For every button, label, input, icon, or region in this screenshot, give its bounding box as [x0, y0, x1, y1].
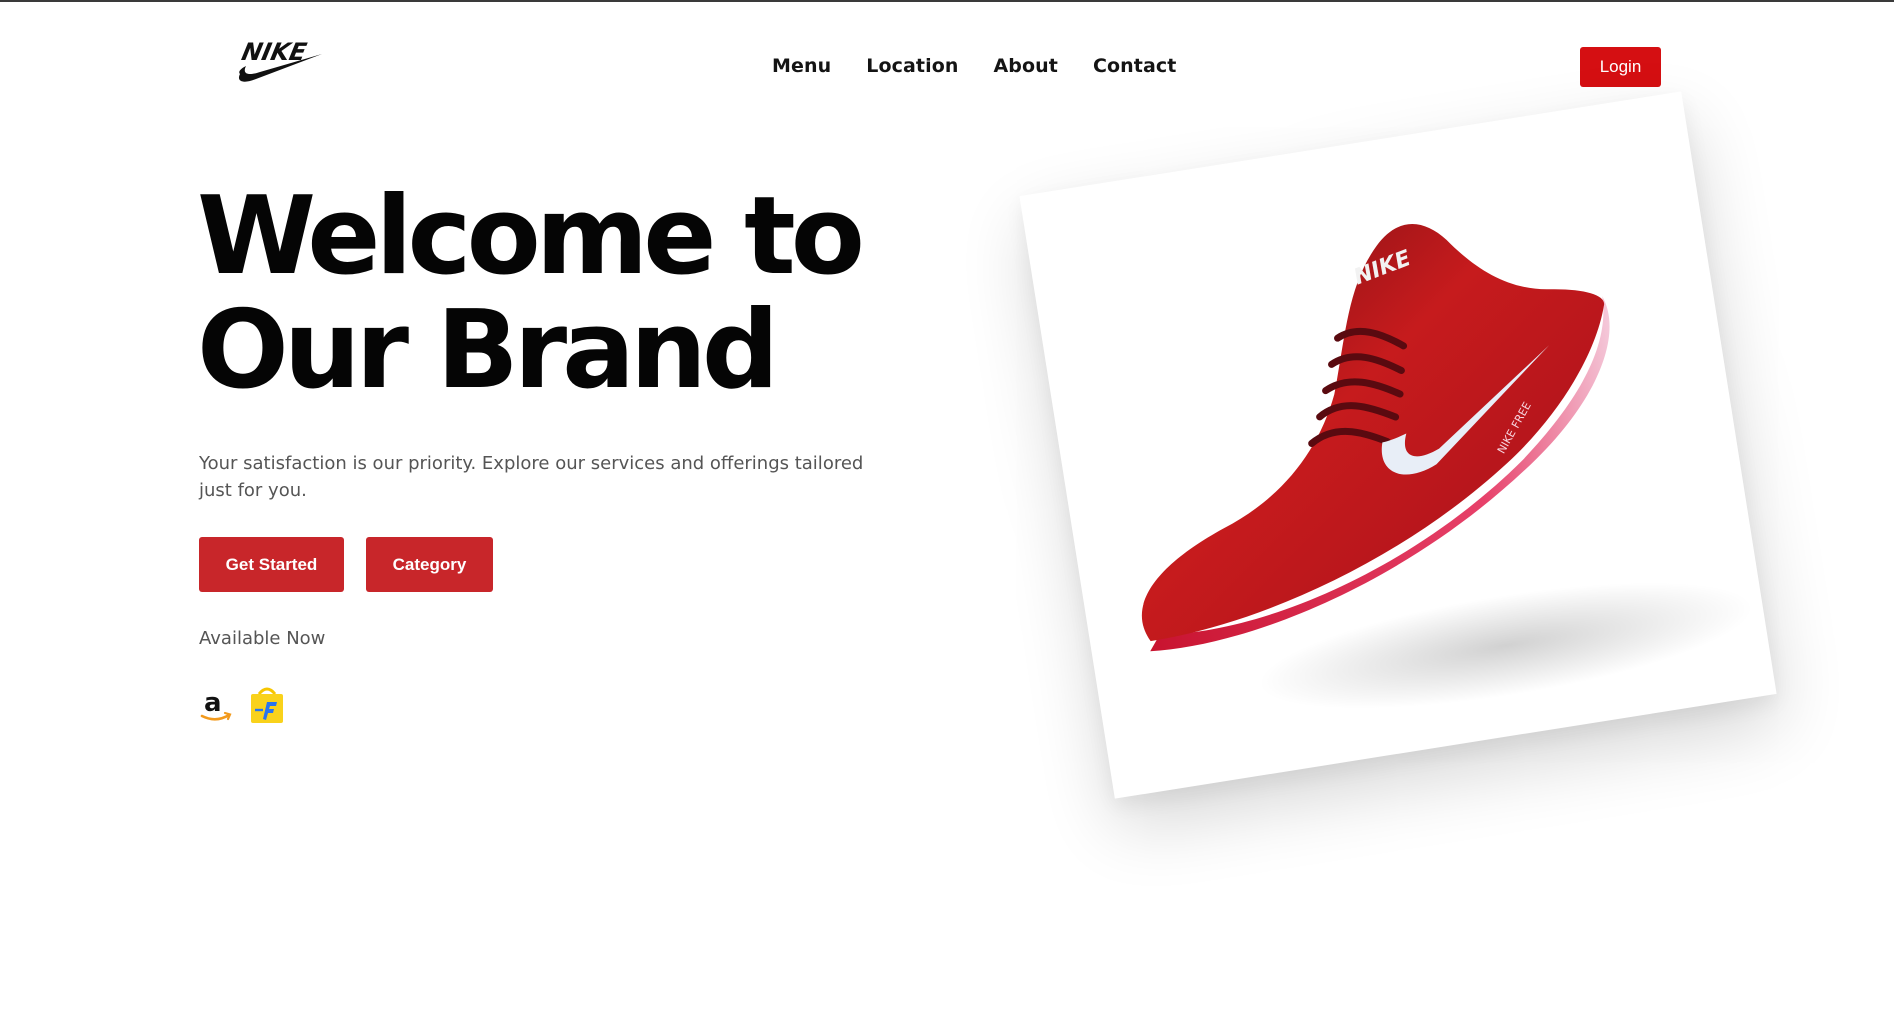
- nav-contact[interactable]: Contact: [1093, 55, 1176, 77]
- get-started-button[interactable]: Get Started: [199, 537, 344, 592]
- category-button[interactable]: Category: [366, 537, 493, 592]
- hero-title-line-1: Welcome to: [197, 174, 865, 299]
- nav-menu[interactable]: Menu: [772, 55, 831, 77]
- product-image: NIKE NIKE FREE: [1019, 91, 1776, 798]
- store-links: a: [199, 686, 285, 724]
- nike-logo[interactable]: NIKE: [236, 34, 324, 90]
- nav-location[interactable]: Location: [866, 55, 958, 77]
- available-now-label: Available Now: [199, 628, 326, 649]
- main-nav: Menu Location About Contact: [772, 55, 1211, 77]
- svg-text:a: a: [204, 688, 222, 718]
- flipkart-icon[interactable]: [249, 686, 285, 724]
- top-border: [0, 0, 1894, 2]
- hero-title: Welcome to Our Brand: [197, 180, 977, 408]
- amazon-icon[interactable]: a: [199, 686, 233, 724]
- login-button[interactable]: Login: [1580, 47, 1661, 87]
- shoe-image: NIKE NIKE FREE: [1141, 224, 1753, 709]
- hero-title-line-2: Our Brand: [197, 288, 779, 413]
- nav-about[interactable]: About: [993, 55, 1057, 77]
- hero-subtitle: Your satisfaction is our priority. Explo…: [199, 453, 864, 501]
